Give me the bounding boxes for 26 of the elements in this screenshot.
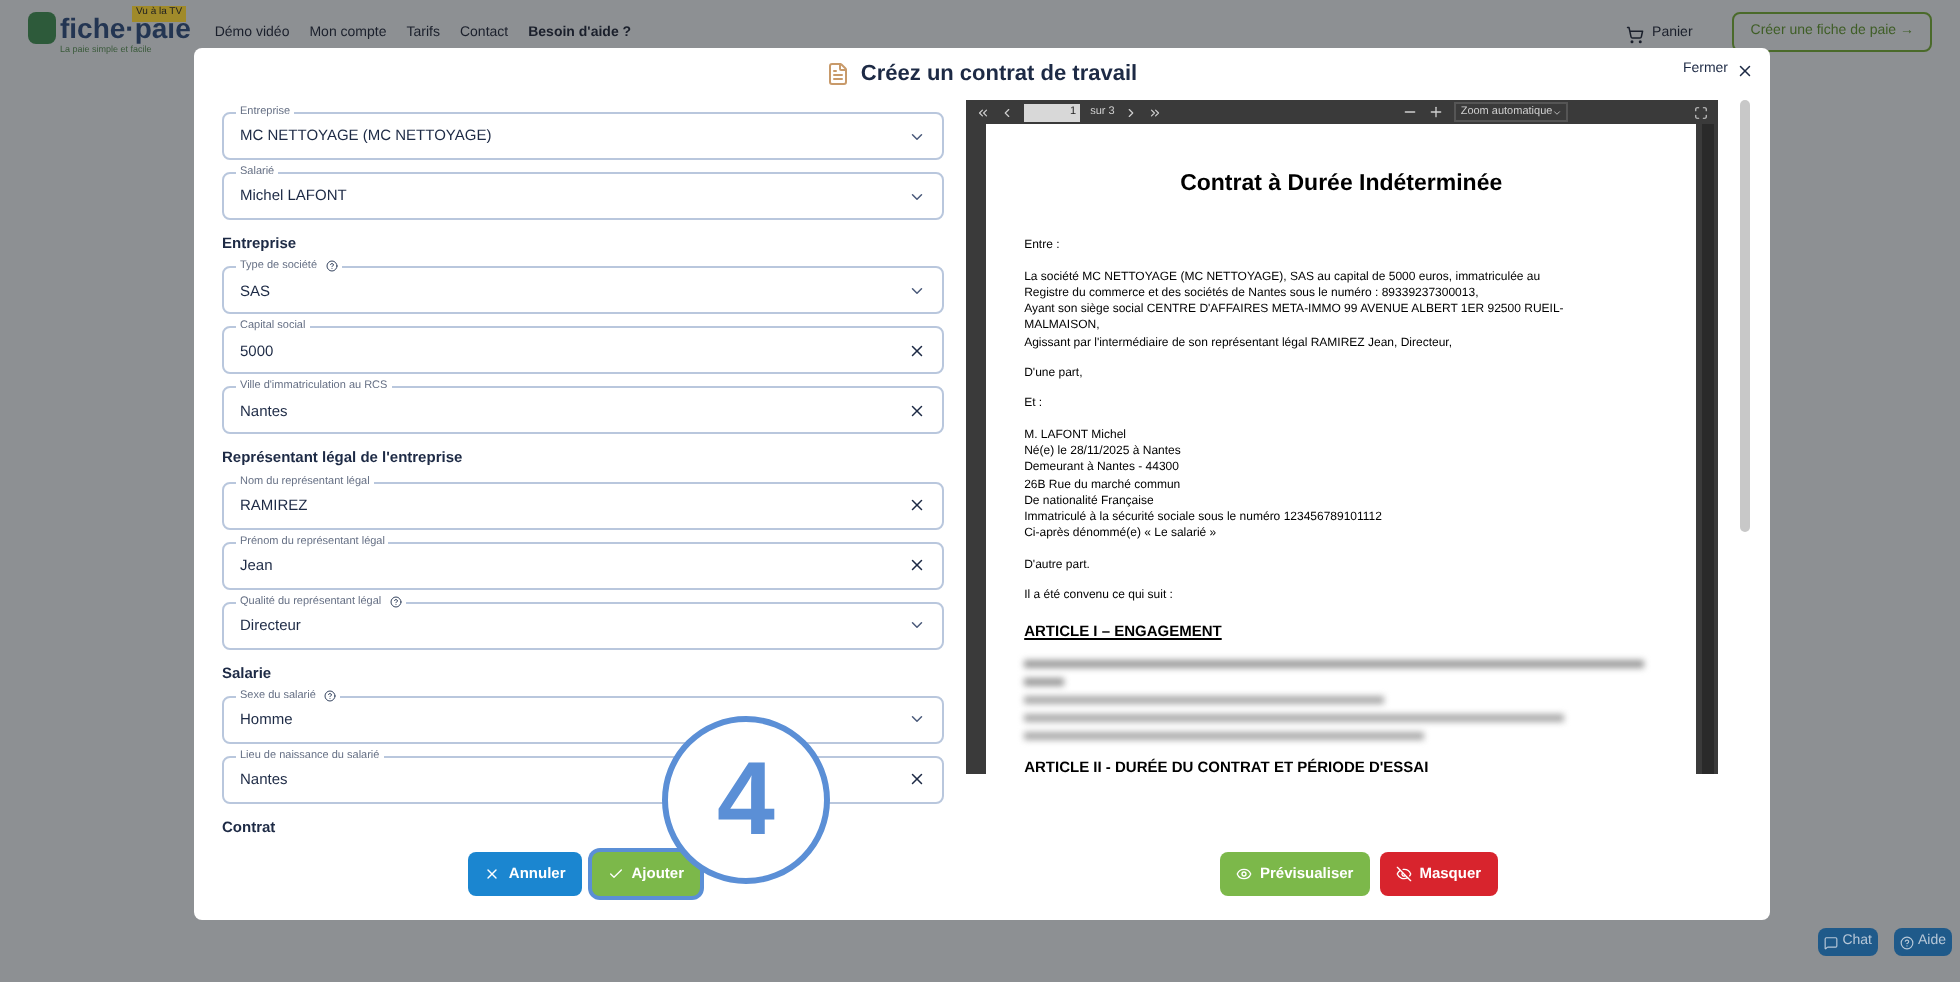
logo-text: fiche·paie [60, 12, 191, 44]
clear-icon[interactable] [908, 556, 927, 574]
checkmark-icon [607, 866, 624, 882]
cart-icon [1626, 25, 1645, 44]
clear-icon[interactable] [908, 770, 927, 789]
close-icon [484, 866, 501, 882]
clear-icon[interactable] [908, 341, 927, 360]
crossed-eye-icon [1395, 866, 1412, 882]
close-icon [1736, 61, 1754, 80]
eye-icon [1236, 866, 1252, 882]
first-page-icon[interactable] [976, 105, 991, 119]
last-page-icon[interactable] [1148, 105, 1163, 119]
clear-icon[interactable] [908, 496, 927, 514]
document-title: Contrat à Durée Indéterminée [1178, 170, 1505, 200]
zoom-in-icon[interactable] [1428, 104, 1445, 120]
modal-title: Créez un contrat de travail [860, 59, 1138, 90]
clear-icon[interactable] [908, 401, 927, 420]
document-icon [826, 62, 851, 86]
chevron-icon [908, 616, 927, 634]
caret-icon [1552, 107, 1563, 117]
previous-page-icon[interactable] [1000, 105, 1015, 119]
fullscreen-icon[interactable] [1694, 105, 1709, 119]
help-icon [1899, 935, 1914, 949]
next-page-icon[interactable] [1124, 105, 1139, 119]
logo-icon [28, 12, 56, 44]
speech-bubble-icon [1824, 935, 1839, 949]
